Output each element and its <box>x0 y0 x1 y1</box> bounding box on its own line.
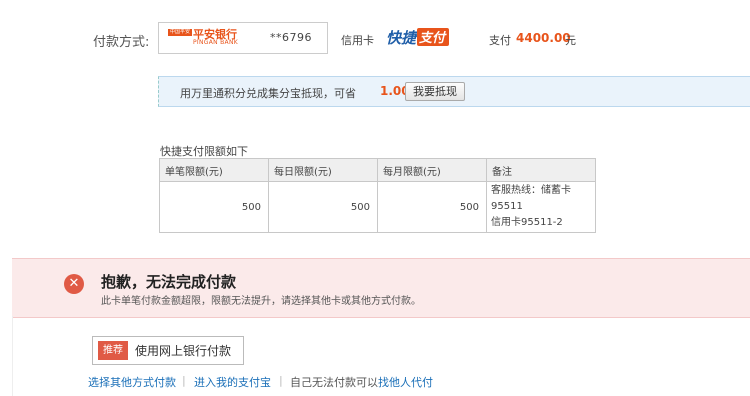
pay-amount: 4400.00 <box>516 31 571 45</box>
header-monthly-limit: 每月限额(元) <box>377 158 487 182</box>
redeem-points-button[interactable]: 我要抵现 <box>405 82 465 101</box>
recommend-badge: 推荐 <box>98 341 128 360</box>
link-separator: | <box>279 374 283 387</box>
notes-cell: 客服热线：储蓄卡 95511 信用卡95511-2 <box>486 181 596 233</box>
card-number-masked: **6796 <box>270 31 312 44</box>
card-type-label: 信用卡 <box>341 34 374 47</box>
payment-method-label: 付款方式: <box>93 35 150 50</box>
svg-text:支付: 支付 <box>419 30 447 46</box>
daily-limit-value: 500 <box>268 181 378 233</box>
header-single-limit: 单笔限额(元) <box>159 158 269 182</box>
monthly-limit-value: 500 <box>377 181 487 233</box>
single-limit-value: 500 <box>159 181 269 233</box>
table-row: 500 500 500 客服热线：储蓄卡 95511 信用卡95511-2 <box>159 181 596 233</box>
svg-text:快捷: 快捷 <box>386 29 419 47</box>
quickpay-logo: 快捷 支付 <box>386 25 450 49</box>
link-separator: | <box>182 374 186 387</box>
bank-sub-logo: 中国平安 <box>168 29 192 36</box>
online-banking-option[interactable]: 推荐 使用网上银行付款 <box>92 336 244 365</box>
limits-header-row: 单笔限额(元) 每日限额(元) 每月限额(元) 备注 <box>159 158 596 182</box>
header-daily-limit: 每日限额(元) <box>268 158 378 182</box>
note-line: 信用卡95511-2 <box>491 217 563 228</box>
error-x-icon: ✕ <box>64 274 84 294</box>
pay-for-me-link[interactable]: 找他人代付 <box>378 374 433 390</box>
pingan-bank-logo: 中国平安 平安银行 PINGAN BANK <box>166 28 238 48</box>
bank-card-selector[interactable]: 中国平安 平安银行 PINGAN BANK **6796 <box>158 22 328 54</box>
cannot-pay-text: 自己无法付款可以 <box>290 376 378 389</box>
online-banking-label: 使用网上银行付款 <box>135 344 232 358</box>
error-title: 抱歉，无法完成付款 <box>101 273 237 291</box>
error-banner: ✕ 抱歉，无法完成付款 此卡单笔付款金额超限，限额无法提升，请选择其他卡或其他方… <box>12 258 750 318</box>
pay-currency-unit: 元 <box>565 34 576 47</box>
enter-alipay-link[interactable]: 进入我的支付宝 <box>194 374 271 390</box>
limits-title: 快捷支付限额如下 <box>160 145 248 158</box>
error-detail: 此卡单笔付款金额超限，限额无法提升，请选择其他卡或其他方式付款。 <box>101 296 421 307</box>
note-line: 客服热线：储蓄卡 <box>491 185 571 196</box>
points-offer-banner: 用万里通积分兑成集分宝抵现，可省 1.00 元 我要抵现 <box>158 76 750 107</box>
note-line: 95511 <box>491 201 523 212</box>
bank-name-en: PINGAN BANK <box>193 39 238 46</box>
pay-label: 支付 <box>489 34 511 47</box>
other-method-link[interactable]: 选择其他方式付款 <box>88 374 176 390</box>
points-offer-text: 用万里通积分兑成集分宝抵现，可省 <box>180 87 356 100</box>
limits-table: 单笔限额(元) 每日限额(元) 每月限额(元) 备注 500 500 500 客… <box>159 158 596 233</box>
header-notes: 备注 <box>486 158 596 182</box>
